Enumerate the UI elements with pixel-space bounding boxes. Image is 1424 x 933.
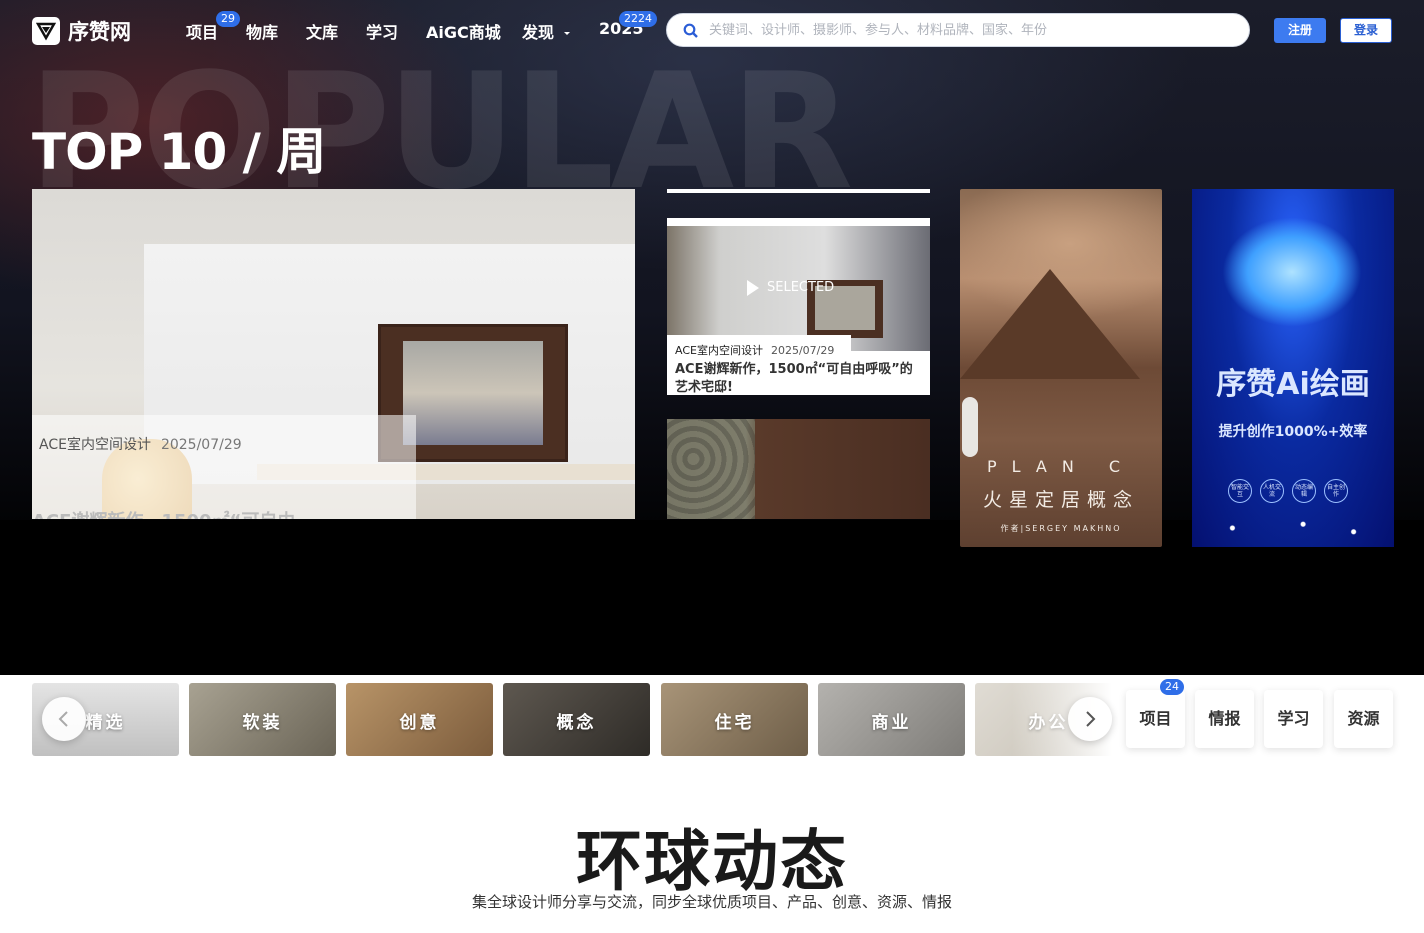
category-label: 软装 bbox=[242, 713, 283, 733]
top-card-main[interactable]: ACE室内空间设计 2025/07/29 ACE谢辉新作，1500㎡“可自由 bbox=[32, 189, 635, 519]
carousel-next-button[interactable] bbox=[1068, 697, 1112, 741]
card-title[interactable]: ACE谢辉新作，1500㎡“可自由呼吸”的艺术宅邸! bbox=[675, 361, 923, 395]
caret-down-icon bbox=[563, 32, 570, 35]
nav-item-library[interactable]: 文库 bbox=[306, 19, 338, 43]
ai-feature-bubble: 人机交流 bbox=[1260, 479, 1284, 503]
top-card-selected[interactable]: SELECTED ACE室内空间设计 2025/07/29 ACE谢辉新作，150… bbox=[667, 218, 930, 395]
side-tab-learning[interactable]: 学习 bbox=[1264, 690, 1323, 748]
category-tile-commercial[interactable]: 商业 bbox=[818, 683, 965, 756]
category-tile-creative[interactable]: 创意 bbox=[346, 683, 493, 756]
mars-author: 作者|SERGEY MAKHNO bbox=[1000, 524, 1122, 533]
category-label: 创意 bbox=[399, 713, 440, 733]
ai-decorative-dots bbox=[1192, 509, 1394, 547]
ai-feature-bubble: 动态编辑 bbox=[1292, 479, 1316, 503]
category-label: 住宅 bbox=[714, 713, 755, 733]
selected-label: SELECTED bbox=[767, 280, 835, 295]
nav-badge: 2224 bbox=[619, 11, 657, 27]
site-logo[interactable]: 序赞网 bbox=[32, 16, 131, 46]
nav-item-learning[interactable]: 学习 bbox=[366, 19, 398, 43]
card-caption-overlay: ACE室内空间设计 2025/07/29 ACE谢辉新作，1500㎡“可自由 bbox=[32, 415, 416, 519]
nav-item-2025[interactable]: 2025 2224 bbox=[599, 11, 657, 38]
top-card-partial[interactable] bbox=[667, 189, 930, 193]
top-nav: 序赞网 项目 29 物库 文库 学习 AiGC商城 发现 2025 2224 注… bbox=[0, 0, 1424, 60]
register-button[interactable]: 注册 bbox=[1274, 18, 1326, 43]
nav-item-materials[interactable]: 物库 bbox=[246, 19, 278, 43]
card-meta: ACE室内空间设计 2025/07/29 bbox=[675, 342, 834, 358]
category-carousel: 精选 软装 创意 概念 住宅 商业 办公 bbox=[32, 683, 1112, 756]
ai-promo-title: 序赞Ai绘画 bbox=[1216, 367, 1370, 402]
ai-promo-card[interactable]: 序赞Ai绘画 提升创作1000%+效率 智能交互 人机交流 动态编辑 自主创作 bbox=[1192, 189, 1394, 547]
category-tile-residential[interactable]: 住宅 bbox=[661, 683, 808, 756]
nav-item-aigc-store[interactable]: AiGC商城 bbox=[426, 19, 501, 43]
site-name: 序赞网 bbox=[68, 20, 131, 44]
top-card-lower[interactable] bbox=[667, 419, 930, 519]
chevron-right-icon bbox=[1086, 711, 1096, 727]
card-author[interactable]: ACE室内空间设计 bbox=[39, 437, 151, 453]
category-label: 概念 bbox=[556, 713, 597, 733]
card-author[interactable]: ACE室内空间设计 bbox=[675, 344, 763, 357]
search-input[interactable] bbox=[709, 14, 1229, 46]
side-tab-intel[interactable]: 情报 bbox=[1195, 690, 1254, 748]
ai-feature-bubble: 智能交互 bbox=[1228, 479, 1252, 503]
nav-item-discover[interactable]: 发现 bbox=[522, 19, 572, 43]
card-image: SELECTED bbox=[667, 226, 930, 351]
card-date: 2025/07/29 bbox=[770, 344, 835, 357]
nav-label: 发现 bbox=[522, 23, 555, 42]
logo-icon bbox=[32, 17, 60, 45]
chevron-left-icon bbox=[58, 711, 68, 727]
search-icon[interactable] bbox=[683, 23, 699, 39]
card-date: 2025/07/29 bbox=[160, 437, 242, 453]
card-image-astronaut bbox=[962, 397, 978, 457]
category-label: 商业 bbox=[871, 713, 912, 733]
hero-heading: TOP 10 / 周 bbox=[32, 123, 326, 181]
nav-label: 项目 bbox=[186, 23, 219, 42]
top-card-mars[interactable]: PLAN C 火星定居概念 作者|SERGEY MAKHNO bbox=[960, 189, 1162, 547]
card-meta: ACE室内空间设计 2025/07/29 bbox=[39, 434, 242, 454]
ai-feature-bubbles: 智能交互 人机交流 动态编辑 自主创作 bbox=[1228, 479, 1348, 503]
card-title[interactable]: ACE谢辉新作，1500㎡“可自由 bbox=[32, 507, 295, 519]
side-tab-resources[interactable]: 资源 bbox=[1334, 690, 1393, 748]
carousel-prev-button[interactable] bbox=[42, 697, 86, 741]
section-subtitle: 集全球设计师分享与交流，同步全球优质项目、产品、创意、资源、情报 bbox=[471, 893, 952, 911]
ai-promo-subtitle: 提升创作1000%+效率 bbox=[1218, 424, 1368, 440]
nav-item-projects[interactable]: 项目 29 bbox=[186, 11, 240, 43]
side-tab-projects[interactable]: 项目 bbox=[1126, 690, 1185, 748]
search-bar bbox=[666, 13, 1250, 47]
nav-badge: 29 bbox=[216, 11, 240, 27]
play-icon[interactable] bbox=[747, 280, 759, 296]
category-tile-soft-decor[interactable]: 软装 bbox=[189, 683, 336, 756]
hero-section: POPULAR TOP 10 / 周 ACE室内空间设计2025/07/29 A… bbox=[0, 0, 1424, 675]
side-tab-badge: 24 bbox=[1160, 679, 1184, 695]
section-title: 环球动态 bbox=[576, 823, 848, 900]
card-image-stone bbox=[667, 419, 755, 519]
mars-title: 火星定居概念 bbox=[982, 489, 1139, 511]
brain-icon bbox=[1222, 217, 1362, 327]
ai-feature-bubble: 自主创作 bbox=[1324, 479, 1348, 503]
login-button[interactable]: 登录 bbox=[1340, 18, 1392, 43]
mars-plan-label: PLAN C bbox=[986, 457, 1136, 476]
card-image-mountain bbox=[960, 269, 1140, 379]
category-tile-concept[interactable]: 概念 bbox=[503, 683, 650, 756]
